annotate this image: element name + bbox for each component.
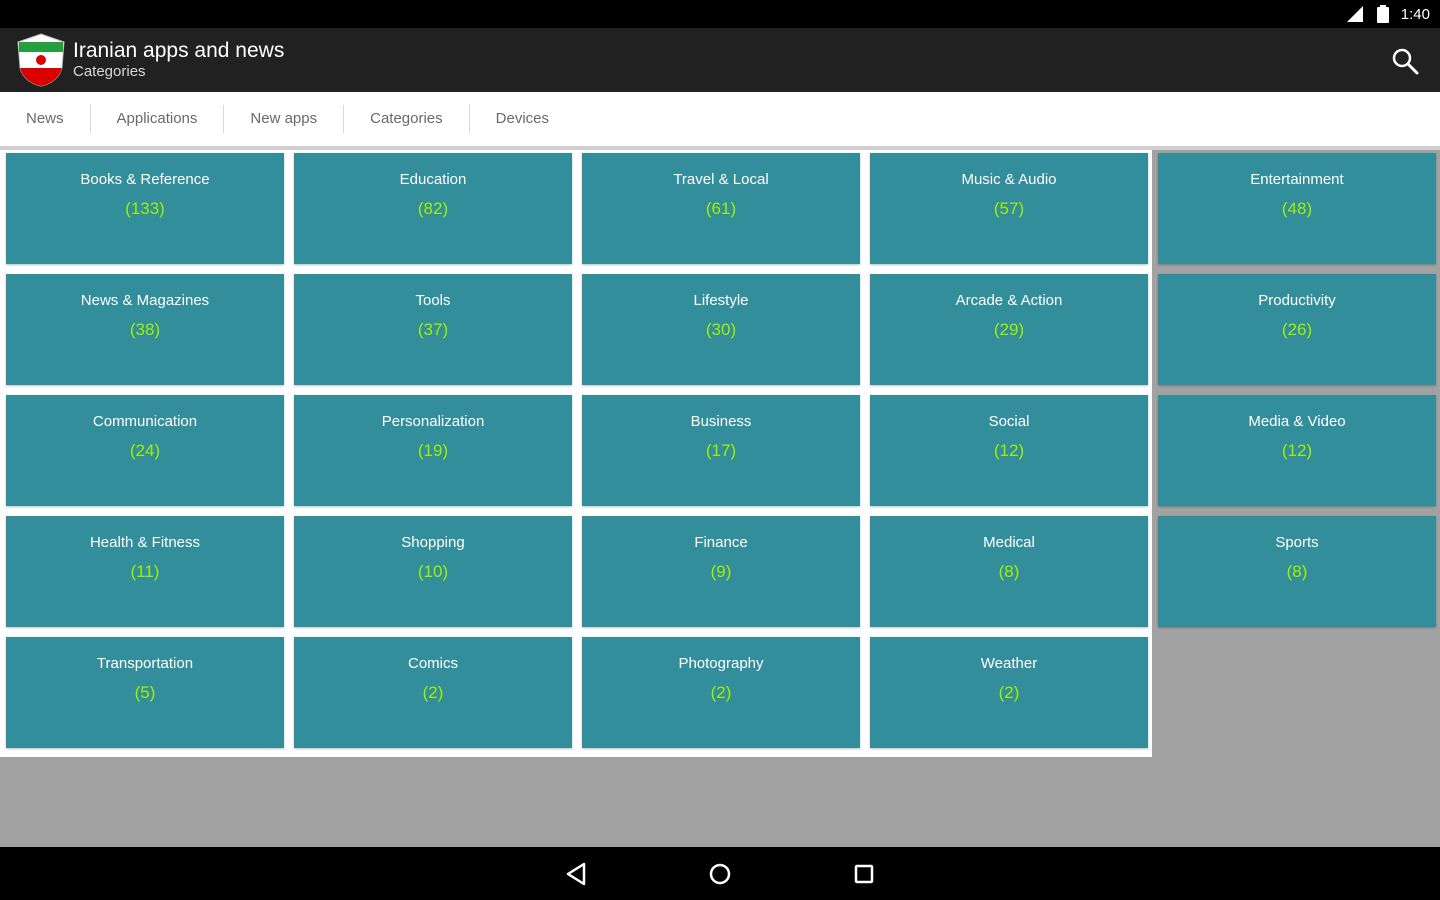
iran-flag-logo[interactable] (14, 32, 68, 88)
category-tile[interactable]: News & Magazines (38) (6, 274, 284, 385)
category-tile[interactable]: Communication (24) (6, 395, 284, 506)
category-tile[interactable]: Personalization (19) (294, 395, 572, 506)
action-bar: Iranian apps and news Categories (0, 28, 1440, 92)
category-count: (29) (993, 320, 1025, 339)
tab-news[interactable]: News (0, 105, 91, 133)
category-tile[interactable]: Business (17) (582, 395, 860, 506)
tab-new-apps[interactable]: New apps (224, 105, 345, 133)
category-tile[interactable]: Media & Video (12) (1158, 395, 1436, 506)
category-tile[interactable]: Music & Audio (57) (870, 153, 1148, 264)
category-name: Health & Fitness (89, 534, 201, 551)
category-name: Comics (407, 655, 458, 672)
category-count: (8) (1286, 562, 1308, 581)
category-name: Shopping (401, 534, 465, 551)
category-count: (5) (134, 683, 156, 702)
category-count: (2) (998, 683, 1020, 702)
category-name: Business (690, 413, 752, 430)
category-count: (57) (993, 199, 1025, 218)
category-name: Arcade & Action (955, 292, 1063, 309)
category-name: Personalization (381, 413, 485, 430)
signal-icon (1346, 6, 1363, 22)
category-tile[interactable]: Productivity (26) (1158, 274, 1436, 385)
category-tile[interactable]: Weather (2) (870, 637, 1148, 748)
navigation-bar (0, 847, 1440, 900)
app-subtitle: Categories (73, 63, 146, 80)
category-name: Productivity (1258, 292, 1336, 309)
category-count: (9) (710, 562, 732, 581)
category-name: Entertainment (1250, 171, 1344, 188)
category-name: News & Magazines (80, 292, 210, 309)
category-tile[interactable]: Finance (9) (582, 516, 860, 627)
tab-categories[interactable]: Categories (344, 105, 470, 133)
category-tile[interactable]: Shopping (10) (294, 516, 572, 627)
search-icon[interactable] (1390, 46, 1420, 76)
category-name: Weather (980, 655, 1038, 672)
category-count: (19) (417, 441, 449, 460)
back-icon[interactable] (559, 857, 593, 891)
tab-bar: News Applications New apps Categories De… (0, 92, 1440, 150)
category-name: Social (988, 413, 1030, 430)
category-name: Music & Audio (961, 171, 1057, 188)
category-tile[interactable]: Books & Reference (133) (6, 153, 284, 264)
category-count: (17) (705, 441, 737, 460)
category-tile[interactable]: Education (82) (294, 153, 572, 264)
category-tile[interactable]: Social (12) (870, 395, 1148, 506)
category-tile[interactable]: Transportation (5) (6, 637, 284, 748)
category-name: Photography (678, 655, 764, 672)
category-name: Media & Video (1248, 413, 1346, 430)
category-name: Education (399, 171, 467, 188)
category-count: (26) (1281, 320, 1313, 339)
category-name: Lifestyle (693, 292, 749, 309)
category-count: (61) (705, 199, 737, 218)
category-tile[interactable]: Medical (8) (870, 516, 1148, 627)
category-count: (133) (125, 199, 165, 218)
category-tile[interactable]: Entertainment (48) (1158, 153, 1436, 264)
category-count: (2) (710, 683, 732, 702)
category-tile[interactable]: Arcade & Action (29) (870, 274, 1148, 385)
category-name: Tools (415, 292, 451, 309)
category-tile[interactable]: Lifestyle (30) (582, 274, 860, 385)
category-name: Books & Reference (80, 171, 210, 188)
category-count: (11) (130, 562, 160, 581)
category-name: Transportation (96, 655, 194, 672)
category-name: Travel & Local (673, 171, 769, 188)
category-count: (12) (1281, 441, 1313, 460)
battery-icon (1376, 5, 1389, 23)
app-title: Iranian apps and news (73, 39, 285, 62)
category-count: (24) (129, 441, 161, 460)
category-count: (37) (417, 320, 449, 339)
category-count: (30) (705, 320, 737, 339)
category-name: Communication (92, 413, 198, 430)
category-count: (8) (998, 562, 1020, 581)
category-count: (12) (993, 441, 1025, 460)
category-tile[interactable]: Photography (2) (582, 637, 860, 748)
category-count: (82) (417, 199, 449, 218)
category-count: (38) (129, 320, 161, 339)
category-count: (10) (417, 562, 449, 581)
tab-applications[interactable]: Applications (91, 105, 225, 133)
category-tile[interactable]: Tools (37) (294, 274, 572, 385)
category-tile[interactable]: Travel & Local (61) (582, 153, 860, 264)
category-tile[interactable]: Sports (8) (1158, 516, 1436, 627)
category-count: (48) (1281, 199, 1313, 218)
status-bar: 1:40 (0, 0, 1440, 28)
category-name: Finance (694, 534, 748, 551)
category-tile[interactable]: Comics (2) (294, 637, 572, 748)
category-tile[interactable]: Health & Fitness (11) (6, 516, 284, 627)
category-name: Sports (1275, 534, 1319, 551)
recents-icon[interactable] (847, 857, 881, 891)
category-count: (2) (422, 683, 444, 702)
category-grid: Books & Reference (133) Education (82) Trave… (0, 150, 1440, 748)
home-icon[interactable] (703, 857, 737, 891)
category-name: Medical (983, 534, 1035, 551)
tab-devices[interactable]: Devices (470, 105, 575, 133)
clock: 1:40 (1400, 5, 1430, 23)
